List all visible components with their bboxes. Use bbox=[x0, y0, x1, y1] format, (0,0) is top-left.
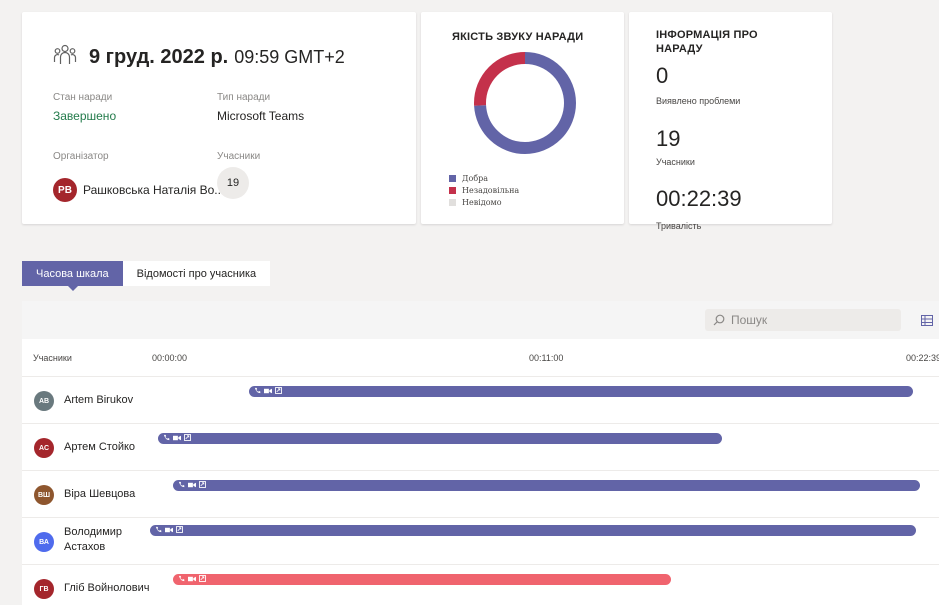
phone-icon bbox=[164, 434, 170, 441]
attendance-bar[interactable] bbox=[172, 480, 920, 491]
meeting-info-card: ІНФОРМАЦІЯ ПРО НАРАДУ 0 Виявлено проблем… bbox=[629, 12, 832, 231]
timeline-grid: Пошук Учасники 00:00:00 00:11:00 00:22:3… bbox=[22, 301, 939, 605]
organizer[interactable]: РВ Рашковська Наталія Во... bbox=[53, 178, 224, 202]
phone-icon bbox=[178, 575, 184, 582]
bar-icons bbox=[178, 575, 209, 582]
table-row[interactable]: ВА Володимир Астахов bbox=[22, 517, 939, 564]
table-icon[interactable] bbox=[921, 315, 933, 326]
participant-name: Artem Birukov bbox=[64, 394, 134, 406]
legend-label: Добра bbox=[462, 173, 489, 183]
table-row[interactable]: AC Артем Стойко bbox=[22, 423, 939, 470]
table-row[interactable]: ГВ Гліб Войнолович bbox=[22, 564, 939, 605]
meeting-info-title-line1: ІНФОРМАЦІЯ ПРО bbox=[656, 29, 758, 41]
avatar: AB bbox=[34, 391, 54, 411]
participants-label: Учасники bbox=[217, 151, 261, 162]
tab-participant-details[interactable]: Відомості про учасника bbox=[122, 261, 271, 286]
audio-quality-title: ЯКІСТЬ ЗВУКУ НАРАДИ bbox=[452, 31, 584, 43]
attendance-bar[interactable] bbox=[150, 525, 917, 536]
legend-swatch bbox=[449, 186, 456, 194]
attendance-bar[interactable] bbox=[158, 433, 723, 444]
issues-label: Виявлено проблеми bbox=[656, 96, 741, 106]
phone-icon bbox=[155, 526, 162, 533]
search-placeholder: Пошук bbox=[731, 313, 768, 327]
legend-item: Невідомо bbox=[449, 196, 519, 208]
participant-name: Віра Шевцова bbox=[64, 488, 136, 500]
info-participants-value: 19 bbox=[656, 126, 681, 151]
screen-share-icon bbox=[198, 481, 206, 488]
participants-count-badge[interactable]: 19 bbox=[217, 167, 249, 199]
screen-share-icon bbox=[176, 526, 183, 533]
state-label: Стан наради bbox=[53, 92, 113, 103]
phone-icon bbox=[255, 387, 261, 394]
people-icon bbox=[53, 44, 77, 64]
tab-bar: Часова шкала Відомості про учасника bbox=[22, 261, 271, 291]
state-value: Завершено bbox=[53, 109, 117, 123]
avatar: РВ bbox=[53, 178, 77, 202]
video-icon bbox=[187, 482, 196, 487]
table-row[interactable]: AB Artem Birukov bbox=[22, 376, 939, 423]
avatar: AC bbox=[34, 438, 54, 458]
legend-swatch bbox=[449, 198, 456, 206]
type-value: Microsoft Teams bbox=[217, 109, 305, 123]
meeting-date-header: 9 груд. 2022 р. 09:59 GMT+2 bbox=[53, 41, 345, 69]
avatar: ВШ bbox=[34, 485, 54, 505]
table-row[interactable]: ВШ Віра Шевцова bbox=[22, 470, 939, 517]
legend-item: Незадовільна bbox=[449, 184, 519, 196]
legend-item: Добра bbox=[449, 172, 519, 184]
duration-label: Тривалість bbox=[656, 221, 702, 231]
video-icon bbox=[165, 527, 173, 532]
audio-quality-donut bbox=[474, 52, 576, 154]
search-icon bbox=[713, 314, 725, 326]
bar-icons bbox=[178, 481, 209, 488]
timeline-toolbar: Пошук bbox=[22, 301, 939, 339]
meeting-summary-card: 9 груд. 2022 р. 09:59 GMT+2 Стан наради … bbox=[22, 12, 416, 224]
screen-share-icon bbox=[198, 575, 206, 582]
participant-name: Артем Стойко bbox=[64, 441, 136, 453]
avatar: ВА bbox=[34, 532, 54, 552]
info-participants-label: Учасники bbox=[656, 157, 695, 167]
screen-share-icon bbox=[184, 434, 192, 441]
organizer-label: Організатор bbox=[53, 151, 109, 162]
attendance-bar[interactable] bbox=[172, 574, 672, 585]
participant-name: Володимир Астахов bbox=[64, 526, 123, 553]
participant-name: Гліб Войнолович bbox=[64, 582, 150, 594]
video-icon bbox=[264, 388, 273, 393]
avatar: ГВ bbox=[34, 579, 54, 599]
video-icon bbox=[187, 576, 196, 581]
duration-value: 00:22:39 bbox=[656, 186, 742, 211]
video-icon bbox=[173, 435, 182, 440]
tick-start: 00:00:00 bbox=[152, 353, 188, 363]
column-participants: Учасники bbox=[33, 353, 72, 363]
screen-share-icon bbox=[275, 387, 283, 394]
tick-mid: 00:11:00 bbox=[529, 353, 564, 363]
meeting-time: 09:59 GMT+2 bbox=[234, 47, 345, 67]
type-label: Тип наради bbox=[217, 92, 271, 103]
tab-timeline[interactable]: Часова шкала bbox=[22, 261, 123, 291]
organizer-name: Рашковська Наталія Во... bbox=[83, 183, 225, 197]
meeting-info-title-line2: НАРАДУ bbox=[656, 43, 703, 55]
audio-quality-card: ЯКІСТЬ ЗВУКУ НАРАДИ Добра Незадовільна Нев… bbox=[421, 12, 624, 224]
audio-quality-legend: Добра Незадовільна Невідомо bbox=[449, 172, 519, 208]
issues-value: 0 bbox=[656, 63, 669, 88]
attendance-bar[interactable] bbox=[249, 386, 914, 397]
phone-icon bbox=[178, 481, 184, 488]
legend-swatch bbox=[449, 174, 456, 182]
bar-icons bbox=[254, 387, 285, 394]
meeting-date: 9 груд. 2022 р. bbox=[89, 46, 229, 68]
legend-label: Незадовільна bbox=[462, 185, 520, 195]
bar-icons bbox=[163, 434, 194, 441]
search-input[interactable]: Пошук bbox=[705, 309, 901, 331]
legend-label: Невідомо bbox=[462, 197, 502, 207]
tick-end: 00:22:39 bbox=[906, 353, 939, 363]
bar-icons bbox=[155, 526, 186, 533]
